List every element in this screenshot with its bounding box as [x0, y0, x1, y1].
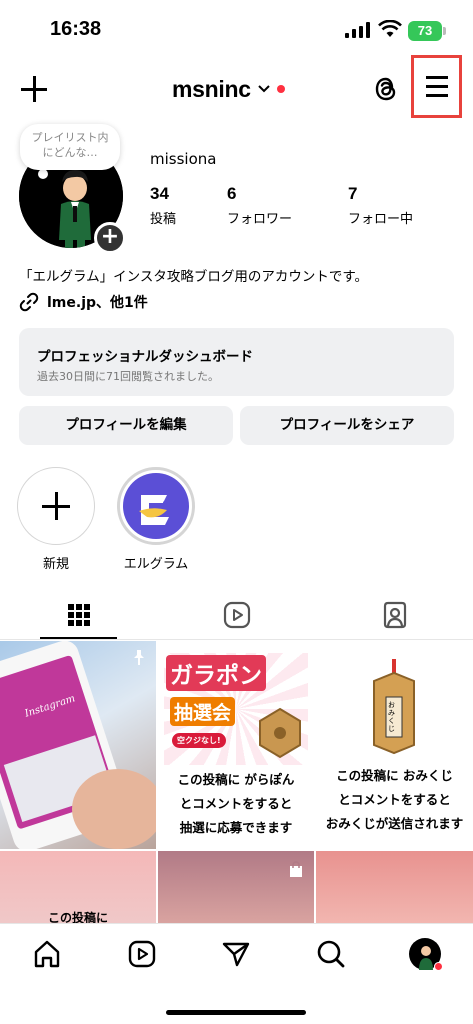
edit-profile-button[interactable]: プロフィールを編集: [19, 406, 233, 445]
status-bar: 16:38 73: [0, 0, 473, 62]
highlight-new[interactable]: 新規: [17, 467, 95, 572]
pin-icon: [134, 650, 144, 665]
search-icon[interactable]: [315, 938, 347, 970]
profile-bio: 「エルグラム」インスタ攻略ブログ用のアカウントです。: [19, 269, 368, 285]
post-4[interactable]: この投稿に: [0, 851, 156, 923]
tab-tagged[interactable]: [316, 590, 473, 640]
stat-followers[interactable]: 6 フォロワー: [227, 184, 292, 227]
link-icon: [19, 292, 39, 312]
stat-following-value: 7: [348, 184, 358, 203]
reels-nav-icon[interactable]: [126, 938, 158, 970]
note-bubble-text: プレイリスト内にどんな…: [31, 131, 109, 159]
profile-tabs: [0, 590, 473, 640]
highlight-elgram-label: エルグラム: [123, 557, 189, 572]
lottery-machine-icon: [259, 707, 301, 759]
post-3-box-label: おみくじ: [388, 701, 395, 733]
profile-nav-notification-dot: [434, 962, 443, 971]
elgram-logo-icon: [123, 473, 189, 539]
profile-header: msninc: [0, 62, 473, 116]
post-3-line2: とコメントをすると: [338, 792, 451, 807]
notification-dot: [276, 85, 285, 93]
tagged-icon: [383, 601, 406, 629]
post-4-text: この投稿に: [47, 911, 108, 923]
post-2-line1: この投稿に がらぽん: [177, 772, 295, 787]
status-time: 16:38: [50, 18, 102, 40]
dashboard-subtitle: 過去30日間に71回閲覧されました。: [37, 370, 219, 383]
username-title: msninc: [172, 75, 251, 102]
stat-posts-value: 34: [150, 184, 169, 203]
profile-link[interactable]: lme.jp、他1件: [19, 292, 148, 312]
battery-tip: [443, 27, 446, 35]
tab-grid[interactable]: [0, 590, 157, 640]
menu-highlight-box[interactable]: [411, 55, 462, 118]
note-bubble[interactable]: プレイリスト内にどんな…: [20, 124, 120, 170]
post-3[interactable]: おみくじ この投稿に おみくじ とコメントをすると おみくじが送信されます: [316, 641, 473, 849]
professional-dashboard[interactable]: プロフェッショナルダッシュボード 過去30日間に71回閲覧されました。: [19, 328, 454, 396]
profile-link-text: lme.jp、他1件: [47, 295, 148, 311]
stat-following-label: フォロー中: [348, 212, 414, 227]
stat-posts[interactable]: 34 投稿: [150, 184, 176, 227]
stat-followers-value: 6: [227, 184, 237, 203]
post-1[interactable]: Instagram: [0, 641, 156, 849]
reels-icon: [223, 601, 250, 629]
dashboard-title: プロフェッショナルダッシュボード: [37, 349, 253, 365]
post-2-line2: とコメントをすると: [179, 796, 293, 811]
post-2-tag: 空クジなし!: [172, 733, 226, 748]
profile-name: missiona: [150, 150, 217, 168]
stat-followers-label: フォロワー: [227, 212, 293, 227]
note-bubble-tail: [38, 169, 48, 179]
wifi-icon: [378, 20, 402, 37]
home-icon[interactable]: [31, 938, 63, 970]
post-6[interactable]: [316, 851, 473, 923]
post-3-line1: この投稿に おみくじ: [336, 768, 453, 783]
highlight-elgram-cover: [117, 467, 195, 545]
shopping-bag-icon: [290, 861, 302, 877]
signal-icon: [345, 22, 370, 38]
post-2[interactable]: ガラポン 抽選会 空クジなし! この投稿に がらぽん とコメントをすると 抽選に…: [158, 641, 314, 849]
send-icon[interactable]: [220, 938, 252, 970]
add-story-button[interactable]: +: [94, 222, 126, 254]
stat-following[interactable]: 7 フォロー中: [348, 184, 413, 227]
chevron-down-icon: [258, 85, 270, 93]
posts-grid: Instagram ガラポン 抽選会 空クジなし! この投稿に がらぽん とコメ…: [0, 641, 473, 923]
phone-illustration: [0, 641, 156, 849]
highlight-new-label: 新規: [42, 557, 69, 572]
account-switcher[interactable]: msninc: [172, 74, 285, 104]
post-3-line3: おみくじが送信されます: [325, 816, 464, 831]
create-button[interactable]: [18, 73, 50, 105]
menu-icon[interactable]: [426, 76, 448, 97]
threads-icon[interactable]: [371, 74, 401, 104]
stat-posts-label: 投稿: [150, 212, 177, 227]
bottom-navigation: [0, 923, 473, 1024]
post-2-title2: 抽選会: [170, 697, 236, 726]
battery-indicator: 73: [408, 21, 442, 41]
post-2-line3: 抽選に応募できます: [179, 820, 293, 835]
active-tab-indicator: [40, 637, 117, 639]
share-profile-button[interactable]: プロフィールをシェア: [240, 406, 454, 445]
tab-reels[interactable]: [158, 590, 315, 640]
post-5[interactable]: [158, 851, 314, 923]
plus-icon: [17, 467, 95, 545]
highlight-elgram[interactable]: エルグラム: [117, 467, 195, 572]
profile-nav-avatar[interactable]: [409, 938, 443, 971]
post-2-title1: ガラポン: [166, 655, 266, 691]
home-indicator: [166, 1010, 306, 1015]
grid-icon: [67, 604, 90, 626]
